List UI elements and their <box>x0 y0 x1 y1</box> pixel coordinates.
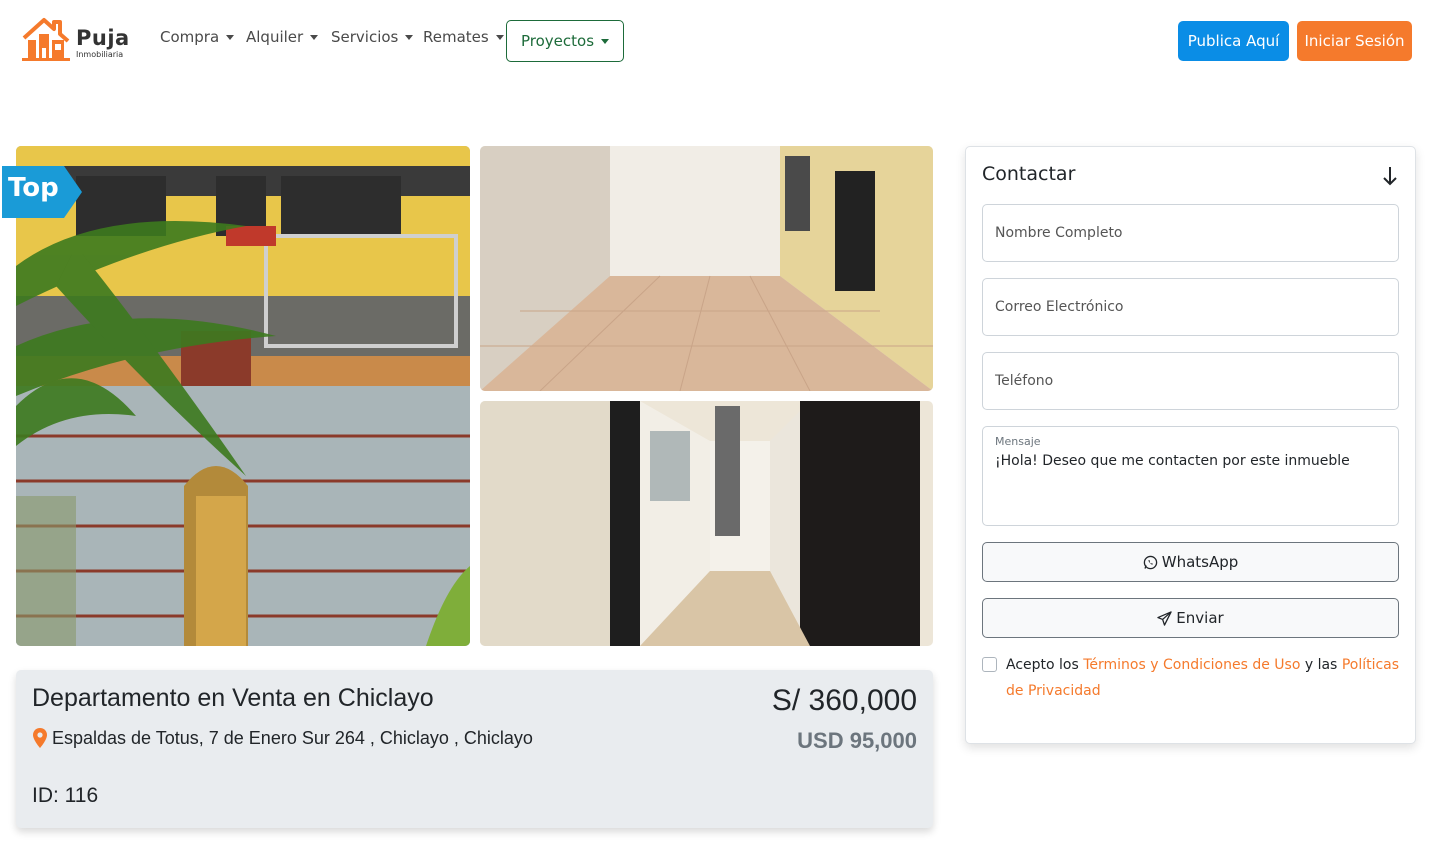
terms-text: Acepto los Términos y Condiciones de Uso… <box>1006 652 1399 704</box>
caret-down-icon <box>310 34 319 40</box>
nav-compra[interactable]: Compra <box>160 28 235 46</box>
phone-input[interactable] <box>983 353 1398 409</box>
nav-alquiler[interactable]: Alquiler <box>246 28 319 46</box>
listing-id: ID: 116 <box>32 784 99 807</box>
property-photo-interior-1[interactable] <box>480 146 933 391</box>
property-photo-interior-2[interactable] <box>480 401 933 646</box>
whatsapp-button[interactable]: WhatsApp <box>982 542 1399 582</box>
caret-down-icon <box>495 34 504 40</box>
email-input[interactable] <box>983 279 1398 335</box>
property-photo-main[interactable] <box>16 146 470 646</box>
nav-servicios-label: Servicios <box>331 28 399 46</box>
brand-name: Puja <box>76 26 130 50</box>
navbar: Puja Inmobiliaria Compra Alquiler Servic… <box>0 0 1434 80</box>
terms-prefix: Acepto los <box>1006 657 1084 673</box>
nav-compra-label: Compra <box>160 28 220 46</box>
terms-checkbox[interactable] <box>982 657 997 672</box>
whatsapp-label: WhatsApp <box>1161 553 1239 571</box>
privacy-link-part-2[interactable]: de Privacidad <box>1006 683 1101 699</box>
caret-down-icon <box>226 34 235 40</box>
privacy-link-part-1[interactable]: Políticas <box>1342 657 1399 673</box>
map-pin-icon <box>33 728 47 748</box>
login-button[interactable]: Iniciar Sesión <box>1297 21 1412 61</box>
phone-field[interactable] <box>982 352 1399 410</box>
arrow-down-icon[interactable] <box>1381 165 1399 187</box>
terms-row: Acepto los Términos y Condiciones de Uso… <box>982 652 1402 704</box>
send-plane-icon <box>1157 610 1173 626</box>
house-logo-icon <box>22 18 70 61</box>
contact-title: Contactar <box>982 163 1076 185</box>
nav-proyectos[interactable]: Proyectos <box>506 20 624 62</box>
price-soles: S/ 360,000 <box>771 684 917 717</box>
terms-middle: y las <box>1300 657 1342 673</box>
price-usd: USD 95,000 <box>797 728 917 753</box>
caret-down-icon <box>601 38 610 44</box>
send-button[interactable]: Enviar <box>982 598 1399 638</box>
brand-subtitle: Inmobiliaria <box>76 50 124 59</box>
message-field[interactable]: Mensaje ¡Hola! Deseo que me contacten po… <box>982 426 1399 526</box>
listing-info-card: Departamento en Venta en Chiclayo Espald… <box>16 670 933 828</box>
message-label: Mensaje <box>995 435 1041 448</box>
publish-button[interactable]: Publica Aquí <box>1178 21 1289 61</box>
empty-room-image <box>480 146 933 391</box>
nav-remates[interactable]: Remates <box>423 28 504 46</box>
name-field[interactable] <box>982 204 1399 262</box>
nav-remates-label: Remates <box>423 28 489 46</box>
brand-logo[interactable]: Puja Inmobiliaria <box>20 16 130 62</box>
send-label: Enviar <box>1176 609 1224 627</box>
hallway-image <box>480 401 933 646</box>
building-facade-image <box>16 146 470 646</box>
terms-link[interactable]: Términos y Condiciones de Uso <box>1083 657 1300 673</box>
listing-title: Departamento en Venta en Chiclayo <box>32 684 434 712</box>
name-input[interactable] <box>983 205 1398 261</box>
top-badge-label: Top <box>8 173 59 203</box>
nav-proyectos-label: Proyectos <box>520 32 595 50</box>
caret-down-icon <box>405 34 414 40</box>
listing-address: Espaldas de Totus, 7 de Enero Sur 264 , … <box>52 728 533 748</box>
whatsapp-icon <box>1143 555 1157 569</box>
nav-servicios[interactable]: Servicios <box>331 28 414 46</box>
email-field[interactable] <box>982 278 1399 336</box>
nav-alquiler-label: Alquiler <box>246 28 304 46</box>
message-textarea[interactable]: ¡Hola! Deseo que me contacten por este i… <box>983 453 1398 521</box>
contact-form-card: Contactar Mensaje ¡Hola! Deseo que me co… <box>965 146 1416 744</box>
